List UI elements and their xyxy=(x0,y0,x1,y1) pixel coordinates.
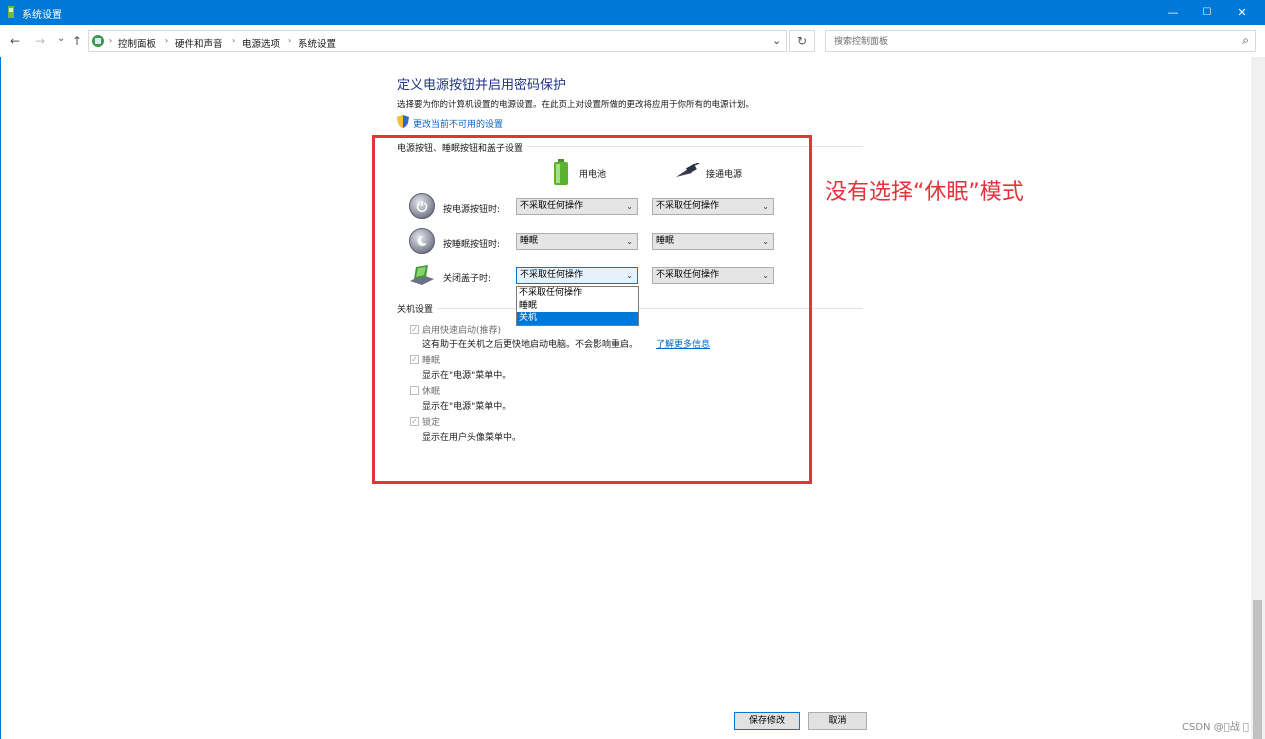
window-title: 系统设置 xyxy=(22,10,62,21)
chevron-down-icon[interactable]: ⌄ xyxy=(772,34,781,47)
annotation-highlight-box xyxy=(372,135,812,484)
refresh-button[interactable]: ↻ xyxy=(789,30,815,52)
search-box[interactable]: ⌕ xyxy=(825,30,1256,52)
cancel-button[interactable]: 取消 xyxy=(808,712,867,730)
control-panel-icon xyxy=(92,35,104,47)
forward-button[interactable]: → xyxy=(35,34,45,48)
breadcrumb-item[interactable]: 电源选项 xyxy=(242,36,280,50)
page-description: 选择要为你的计算机设置的电源设置。在此页上对设置所做的更改将应用于你所有的电源计… xyxy=(397,100,755,110)
save-button[interactable]: 保存修改 xyxy=(734,712,800,730)
scrollbar-thumb[interactable] xyxy=(1253,600,1262,739)
close-button[interactable]: ✕ xyxy=(1219,0,1265,25)
search-icon[interactable]: ⌕ xyxy=(1242,33,1249,48)
watermark: CSDN @ 战   xyxy=(1182,722,1249,733)
breadcrumb-item[interactable]: 硬件和声音 xyxy=(175,36,223,50)
annotation-text: 没有选择“休眠”模式 xyxy=(825,180,1024,205)
page-title: 定义电源按钮并启用密码保护 xyxy=(397,78,567,93)
recent-locations-button[interactable]: ⌄ xyxy=(57,33,65,44)
address-row: ← → ⌄ ↑ › 控制面板 › 硬件和声音 › 电源选项 › 系统设置 ⌄ ↻… xyxy=(0,25,1265,57)
back-button[interactable]: ← xyxy=(10,34,20,48)
uac-shield-icon xyxy=(397,115,409,128)
breadcrumb-separator: › xyxy=(232,36,236,45)
breadcrumb-separator: › xyxy=(288,36,292,45)
breadcrumb-item[interactable]: 控制面板 xyxy=(118,36,156,50)
breadcrumb-separator: › xyxy=(109,36,113,45)
app-icon xyxy=(8,6,14,18)
search-input[interactable] xyxy=(832,34,1231,50)
breadcrumb-item[interactable]: 系统设置 xyxy=(298,36,336,50)
up-button[interactable]: ↑ xyxy=(72,34,82,48)
change-settings-link[interactable]: 更改当前不可用的设置 xyxy=(413,117,503,130)
address-bar[interactable]: › 控制面板 › 硬件和声音 › 电源选项 › 系统设置 ⌄ xyxy=(88,30,787,52)
title-bar: 系统设置 — ☐ ✕ xyxy=(0,0,1265,25)
breadcrumb-separator: › xyxy=(165,36,169,45)
window-border xyxy=(0,25,1,739)
